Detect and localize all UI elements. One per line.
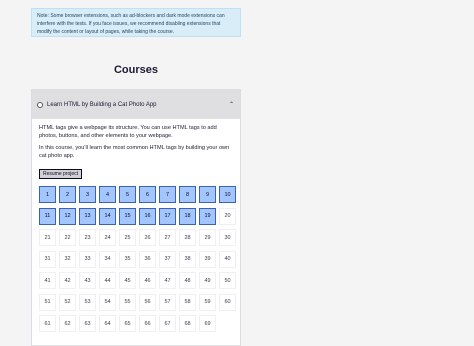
description-paragraph-1: HTML tags give a webpage its structure. …	[39, 125, 217, 139]
step-button[interactable]: 22	[59, 229, 76, 246]
step-button[interactable]: 47	[159, 272, 176, 289]
block-title: Learn HTML by Building a Cat Photo App	[47, 101, 157, 108]
step-button[interactable]: 28	[179, 229, 196, 246]
chevron-up-icon[interactable]: ⌃	[229, 101, 234, 108]
step-button[interactable]: 1	[39, 186, 56, 203]
step-button[interactable]: 20	[219, 207, 236, 225]
notice-text: Note: Some browser extensions, such as a…	[37, 13, 225, 35]
step-button[interactable]: 17	[159, 207, 176, 225]
step-button[interactable]: 57	[159, 293, 176, 311]
step-button[interactable]: 18	[179, 207, 196, 225]
step-button[interactable]: 26	[139, 229, 156, 246]
step-button[interactable]: 25	[119, 229, 136, 246]
step-button[interactable]: 12	[59, 207, 76, 225]
step-button[interactable]: 15	[119, 207, 136, 225]
step-button[interactable]: 4	[99, 186, 116, 203]
step-button[interactable]: 10	[219, 186, 236, 203]
step-button[interactable]: 52	[59, 293, 76, 311]
step-button[interactable]: 6	[139, 186, 156, 203]
step-button[interactable]: 27	[159, 229, 176, 246]
step-button[interactable]: 31	[39, 250, 56, 268]
resume-project-button[interactable]: Resume project	[39, 169, 83, 179]
step-button[interactable]: 29	[199, 229, 216, 246]
step-button[interactable]: 5	[119, 186, 136, 203]
step-button[interactable]: 45	[119, 272, 136, 289]
step-button[interactable]: 21	[39, 229, 56, 246]
step-button[interactable]: 13	[79, 207, 96, 225]
step-button[interactable]: 56	[139, 293, 156, 311]
step-button[interactable]: 34	[99, 250, 116, 268]
step-button[interactable]: 62	[59, 315, 76, 332]
step-button[interactable]: 14	[99, 207, 116, 225]
step-button[interactable]: 44	[99, 272, 116, 289]
step-button[interactable]: 66	[139, 315, 156, 332]
step-button[interactable]: 53	[79, 293, 96, 311]
step-button[interactable]: 46	[139, 272, 156, 289]
block-description: HTML tags give a webpage its structure. …	[32, 119, 240, 160]
step-button[interactable]: 60	[219, 293, 236, 311]
step-button[interactable]: 42	[59, 272, 76, 289]
step-button[interactable]: 24	[99, 229, 116, 246]
step-button[interactable]: 61	[39, 315, 56, 332]
step-button[interactable]: 32	[59, 250, 76, 268]
step-button[interactable]: 7	[159, 186, 176, 203]
page: Note: Some browser extensions, such as a…	[0, 0, 474, 346]
step-button[interactable]: 11	[39, 207, 56, 225]
radio-icon	[37, 101, 43, 108]
description-paragraph-2: In this course, you'll learn the most co…	[39, 145, 230, 159]
step-button[interactable]: 50	[219, 272, 236, 289]
step-button[interactable]: 68	[179, 315, 196, 332]
step-grid: 1 2 3 4 5 6 7 8 9 10 11 12 13 14 15 16 17 18 19 20 21 22 23 24 2…	[39, 186, 236, 332]
step-button[interactable]: 16	[139, 207, 156, 225]
step-button[interactable]: 40	[219, 250, 236, 268]
step-button[interactable]: 2	[59, 186, 76, 203]
step-button[interactable]: 64	[99, 315, 116, 332]
step-button[interactable]: 48	[179, 272, 196, 289]
step-button[interactable]: 59	[199, 293, 216, 311]
step-button[interactable]: 43	[79, 272, 96, 289]
step-button[interactable]: 58	[179, 293, 196, 311]
step-button[interactable]: 30	[219, 229, 236, 246]
step-button[interactable]: 35	[119, 250, 136, 268]
step-button[interactable]: 39	[199, 250, 216, 268]
block-header[interactable]: Learn HTML by Building a Cat Photo App ⌃	[32, 90, 240, 119]
page-title: Courses	[113, 64, 159, 76]
step-button[interactable]: 36	[139, 250, 156, 268]
step-button[interactable]: 67	[159, 315, 176, 332]
step-button[interactable]: 49	[199, 272, 216, 289]
step-button[interactable]: 69	[199, 315, 216, 332]
step-button[interactable]: 23	[79, 229, 96, 246]
step-button[interactable]: 8	[179, 186, 196, 203]
step-button[interactable]: 19	[199, 207, 216, 225]
step-button[interactable]: 38	[179, 250, 196, 268]
extension-notice: Note: Some browser extensions, such as a…	[31, 8, 241, 37]
step-button[interactable]: 33	[79, 250, 96, 268]
step-button[interactable]: 65	[119, 315, 136, 332]
course-block: Learn HTML by Building a Cat Photo App ⌃…	[31, 89, 241, 346]
step-button[interactable]: 55	[119, 293, 136, 311]
step-button[interactable]: 51	[39, 293, 56, 311]
step-button[interactable]: 63	[79, 315, 96, 332]
step-button[interactable]: 54	[99, 293, 116, 311]
step-button[interactable]: 3	[79, 186, 96, 203]
step-button[interactable]: 41	[39, 272, 56, 289]
step-button[interactable]: 9	[199, 186, 216, 203]
step-button[interactable]: 37	[159, 250, 176, 268]
